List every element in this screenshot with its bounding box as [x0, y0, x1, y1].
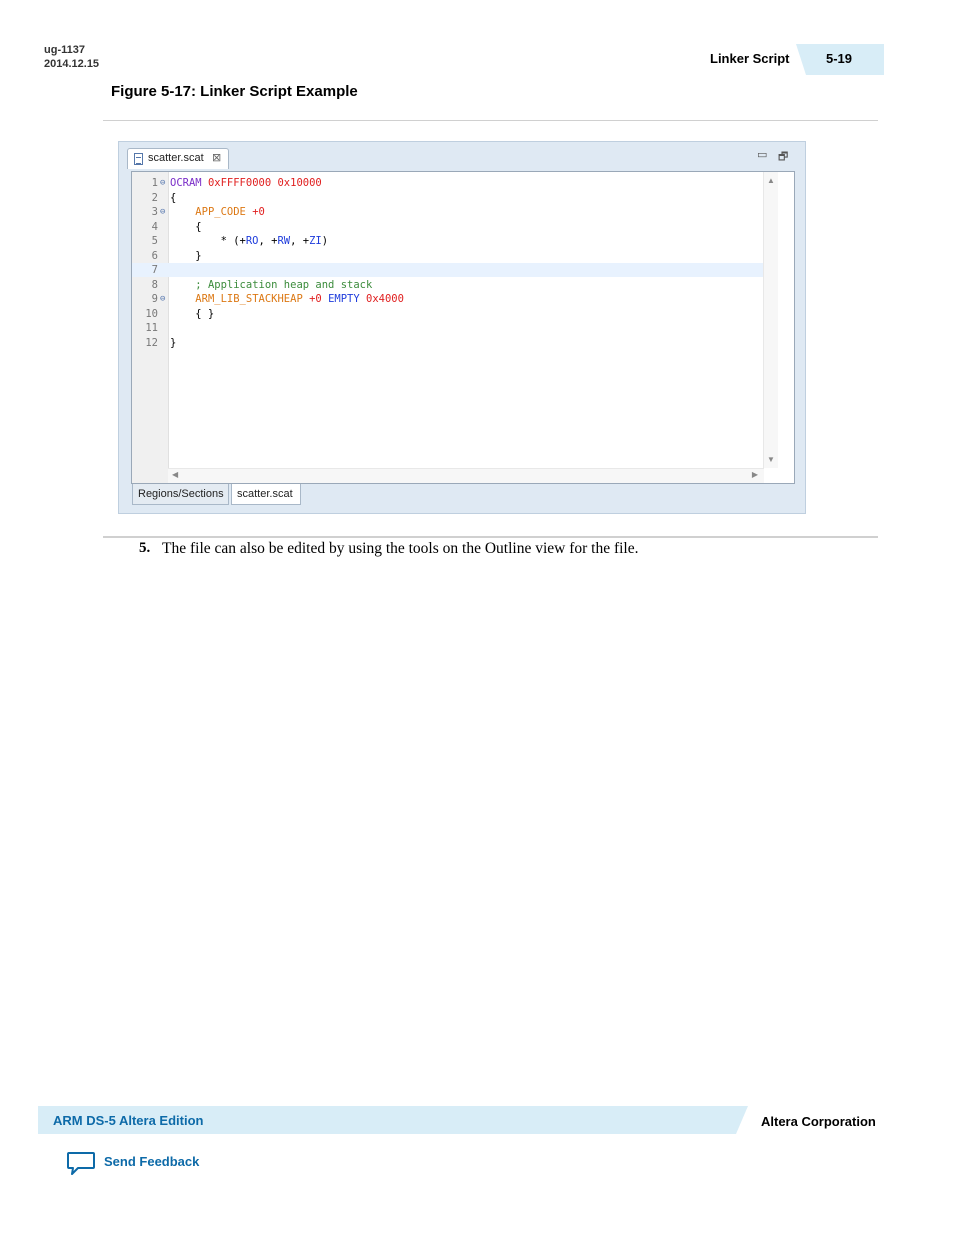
- code-line[interactable]: 11: [132, 321, 765, 335]
- code-line[interactable]: 12}: [132, 336, 765, 350]
- document-date: 2014.12.15: [44, 58, 100, 70]
- tab-scatter-source[interactable]: scatter.scat: [231, 484, 301, 505]
- code-line[interactable]: 3 ⊖ APP_CODE +0: [132, 205, 765, 219]
- code-text: APP_CODE +0: [170, 205, 265, 219]
- scroll-left-icon[interactable]: ◀: [172, 470, 178, 479]
- code-line[interactable]: 8 ; Application heap and stack: [132, 278, 765, 292]
- code-text: ; Application heap and stack: [170, 278, 372, 292]
- code-token: ; Application heap and stack: [195, 278, 373, 291]
- code-token: }: [170, 336, 177, 349]
- figure-caption: Figure 5-17: Linker Script Example: [111, 83, 358, 100]
- file-icon: [134, 153, 143, 165]
- code-token: ZI: [309, 235, 322, 247]
- code-token: , +: [290, 235, 310, 247]
- line-number: 12: [145, 336, 158, 349]
- code-token: , +: [258, 235, 278, 247]
- divider: [103, 120, 878, 121]
- code-text: }: [170, 336, 176, 350]
- code-token: {: [170, 220, 202, 233]
- line-number: 9: [151, 293, 158, 305]
- line-number: 2: [151, 191, 158, 204]
- code-text: {: [170, 220, 202, 234]
- editor-tab-label: scatter.scat: [148, 152, 204, 164]
- horizontal-scrollbar[interactable]: ◀ ▶: [168, 468, 764, 483]
- code-line[interactable]: 4 {: [132, 220, 765, 234]
- code-token: OCRAM: [170, 177, 202, 189]
- code-line[interactable]: 5 * (+RO, +RW, +ZI): [132, 234, 765, 248]
- code-text: }: [170, 249, 202, 263]
- code-line[interactable]: 7: [132, 263, 765, 277]
- code-text: OCRAM 0xFFFF0000 0x10000: [170, 176, 322, 190]
- code-text: {: [170, 191, 176, 205]
- code-line[interactable]: 1 ⊖ OCRAM 0xFFFF0000 0x10000: [132, 176, 765, 190]
- editor-bottom-tabs: Regions/Sections scatter.scat: [131, 484, 795, 506]
- line-number: 11: [145, 322, 158, 334]
- code-line[interactable]: 9 ⊖ ARM_LIB_STACKHEAP +0 EMPTY 0x4000: [132, 292, 765, 306]
- code-token: {: [170, 191, 177, 204]
- line-number: 1: [151, 177, 158, 189]
- fold-icon[interactable]: ⊖: [160, 176, 165, 190]
- code-token: * (+: [170, 235, 246, 247]
- divider: [103, 536, 878, 538]
- code-token: ARM_LIB_STACKHEAP: [195, 293, 303, 305]
- fold-icon[interactable]: ⊖: [160, 205, 165, 219]
- line-number: 3: [151, 206, 158, 218]
- maximize-icon[interactable]: 🗗: [778, 148, 788, 167]
- code-text: { }: [170, 307, 214, 321]
- send-feedback-link[interactable]: Send Feedback: [104, 1154, 199, 1169]
- vertical-scrollbar[interactable]: ▲ ▼: [763, 172, 778, 468]
- code-token: EMPTY: [328, 293, 360, 305]
- code-token: APP_CODE: [195, 206, 246, 218]
- code-token: 0x4000: [366, 293, 404, 305]
- scroll-down-icon[interactable]: ▼: [767, 455, 775, 464]
- step-number: 5.: [139, 540, 151, 556]
- code-token: 0xFFFF0000 0x10000: [207, 177, 322, 189]
- line-number: 7: [151, 264, 158, 276]
- fold-icon[interactable]: ⊖: [160, 292, 165, 306]
- code-line[interactable]: 6 }: [132, 249, 765, 263]
- line-number: 10: [145, 307, 158, 320]
- footer-product: ARM DS-5 Altera Edition: [53, 1113, 204, 1128]
- minimize-icon[interactable]: ▭: [757, 148, 767, 161]
- code-token: }: [170, 249, 202, 262]
- line-number: 4: [151, 220, 158, 233]
- feedback-icon[interactable]: [66, 1150, 96, 1178]
- code-token: +0: [252, 206, 265, 218]
- line-number: 8: [151, 278, 158, 291]
- page-number: 5-19: [826, 51, 853, 66]
- code-token: RW: [277, 235, 291, 247]
- running-section-title: Linker Script: [710, 51, 790, 66]
- scroll-right-icon[interactable]: ▶: [752, 470, 758, 479]
- line-number: 5: [151, 235, 158, 247]
- code-text: ARM_LIB_STACKHEAP +0 EMPTY 0x4000: [170, 292, 404, 306]
- code-line[interactable]: 10 { }: [132, 307, 765, 321]
- code-text: * (+RO, +RW, +ZI): [170, 234, 329, 248]
- document-id-block: ug-1137 2014.12.15: [44, 43, 99, 71]
- code-token: ): [321, 235, 329, 247]
- code-token: +0: [309, 293, 322, 305]
- footer-company: Altera Corporation: [761, 1114, 876, 1129]
- code-token: RO: [245, 235, 259, 247]
- tab-regions-sections[interactable]: Regions/Sections: [132, 484, 229, 505]
- editor-tab-bar: scatter.scat ⊠ ▭ 🗗: [125, 146, 799, 169]
- close-icon[interactable]: ⊠: [212, 151, 221, 164]
- step-text: The file can also be edited by using the…: [162, 540, 639, 557]
- line-number: 6: [151, 249, 158, 262]
- editor-tab[interactable]: scatter.scat ⊠: [127, 148, 229, 169]
- code-line[interactable]: 2{: [132, 191, 765, 205]
- code-token: { }: [170, 307, 215, 320]
- code-editor[interactable]: 1 ⊖ OCRAM 0xFFFF0000 0x10000 2{3 ⊖ APP_CODE …: [131, 171, 795, 484]
- document-id: ug-1137: [44, 44, 85, 56]
- scroll-up-icon[interactable]: ▲: [767, 176, 775, 185]
